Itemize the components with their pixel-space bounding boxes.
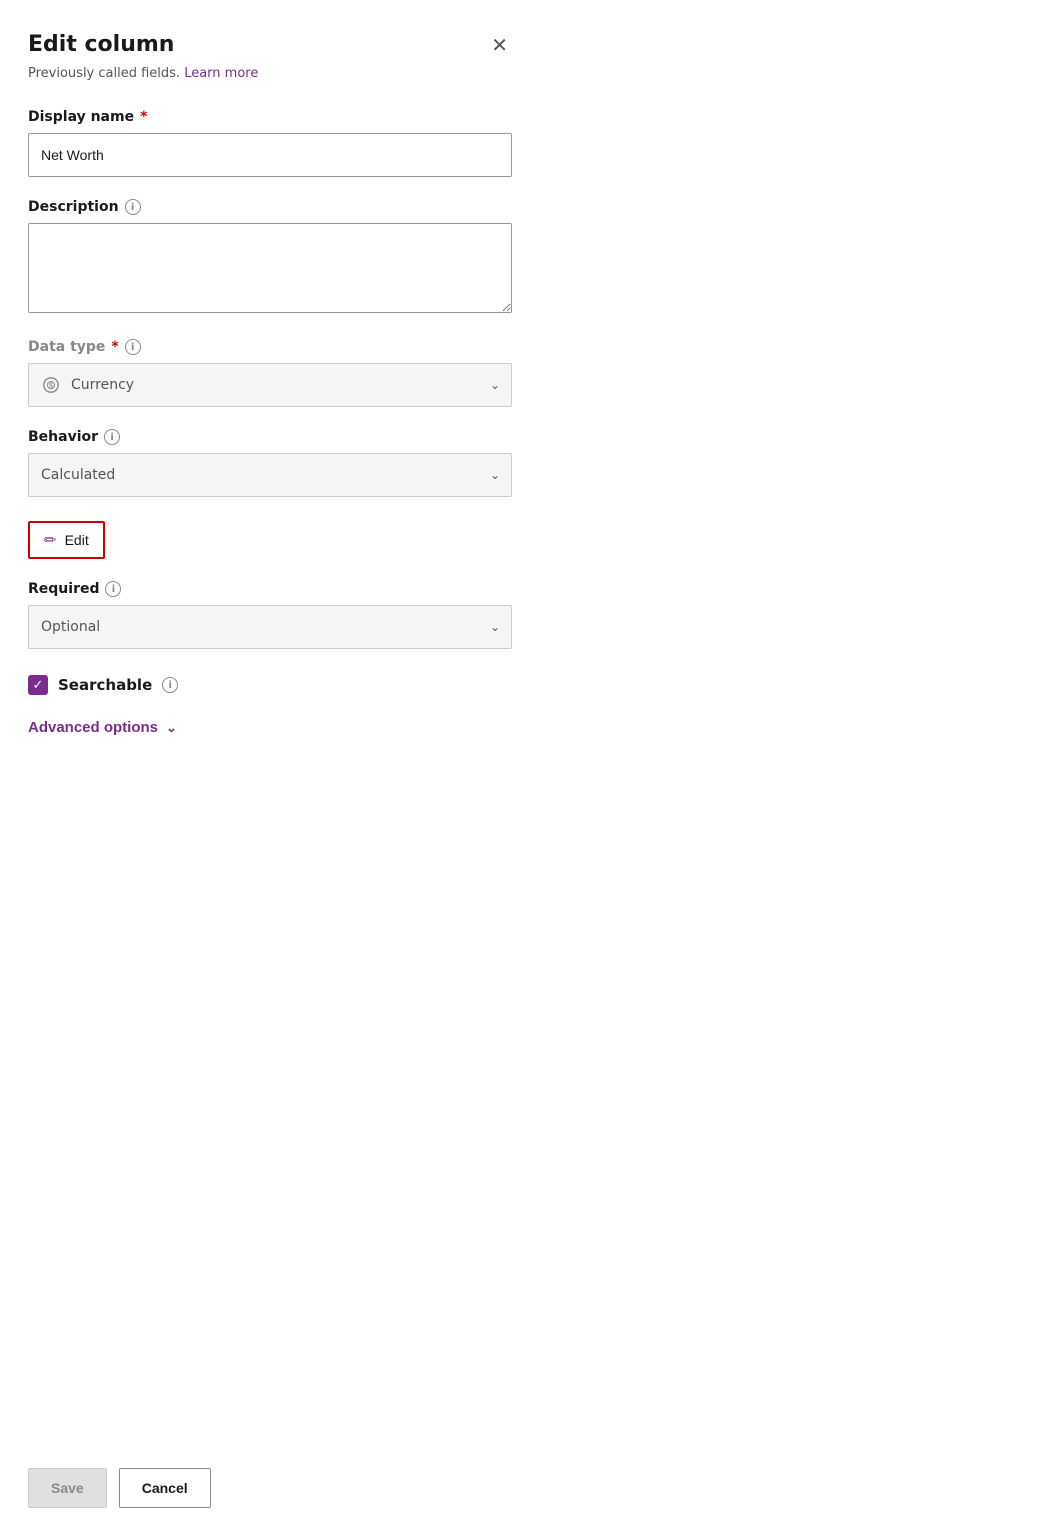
behavior-select-wrapper: Calculated ⌄ bbox=[28, 453, 512, 497]
description-group: Description i bbox=[28, 199, 512, 317]
data-type-select-wrapper: $ Currency ⌄ bbox=[28, 363, 512, 407]
save-button[interactable]: Save bbox=[28, 1468, 107, 1508]
edit-column-panel: Edit column ✕ Previously called fields. … bbox=[0, 0, 540, 1540]
advanced-options-row: Advanced options ⌄ bbox=[28, 717, 512, 736]
behavior-label: Behavior i bbox=[28, 429, 512, 445]
required-select-wrapper: Optional ⌄ bbox=[28, 605, 512, 649]
data-type-label: Data type * i bbox=[28, 339, 512, 355]
description-label: Description i bbox=[28, 199, 512, 215]
subtitle: Previously called fields. Learn more bbox=[28, 66, 512, 81]
edit-button[interactable]: ✏ Edit bbox=[28, 521, 105, 559]
searchable-info-icon: i bbox=[162, 677, 178, 693]
description-info-icon: i bbox=[125, 199, 141, 215]
required-group: Required i Optional ⌄ bbox=[28, 581, 512, 649]
required-label: Required i bbox=[28, 581, 512, 597]
behavior-select[interactable]: Calculated bbox=[28, 453, 512, 497]
behavior-value: Calculated bbox=[41, 467, 115, 483]
data-type-info-icon: i bbox=[125, 339, 141, 355]
display-name-group: Display name * bbox=[28, 109, 512, 177]
data-type-group: Data type * i $ Currency ⌄ bbox=[28, 339, 512, 407]
searchable-label: Searchable bbox=[58, 676, 152, 694]
display-name-input[interactable] bbox=[28, 133, 512, 177]
description-input[interactable] bbox=[28, 223, 512, 313]
panel-title: Edit column bbox=[28, 32, 174, 57]
required-star: * bbox=[140, 109, 147, 125]
panel-header: Edit column ✕ bbox=[28, 32, 512, 60]
data-type-required-star: * bbox=[111, 339, 118, 355]
advanced-options-chevron-icon: ⌄ bbox=[166, 720, 177, 736]
currency-icon: $ bbox=[41, 375, 61, 395]
data-type-select[interactable]: $ Currency bbox=[28, 363, 512, 407]
edit-button-group: ✏ Edit bbox=[28, 515, 512, 559]
close-icon: ✕ bbox=[491, 36, 508, 56]
behavior-group: Behavior i Calculated ⌄ bbox=[28, 429, 512, 497]
behavior-info-icon: i bbox=[104, 429, 120, 445]
advanced-options-button[interactable]: Advanced options ⌄ bbox=[28, 719, 177, 736]
cancel-button[interactable]: Cancel bbox=[119, 1468, 211, 1508]
checkmark-icon: ✓ bbox=[33, 679, 44, 692]
svg-text:$: $ bbox=[49, 382, 54, 391]
display-name-label: Display name * bbox=[28, 109, 512, 125]
close-button[interactable]: ✕ bbox=[487, 32, 512, 60]
data-type-value: Currency bbox=[71, 377, 134, 393]
footer-buttons: Save Cancel bbox=[28, 1468, 211, 1508]
required-select[interactable]: Optional bbox=[28, 605, 512, 649]
searchable-checkbox[interactable]: ✓ bbox=[28, 675, 48, 695]
required-info-icon: i bbox=[105, 581, 121, 597]
advanced-options-label: Advanced options bbox=[28, 719, 158, 736]
required-value: Optional bbox=[41, 619, 100, 635]
learn-more-link[interactable]: Learn more bbox=[184, 66, 258, 81]
searchable-row: ✓ Searchable i bbox=[28, 675, 512, 695]
pencil-icon: ✏ bbox=[44, 531, 57, 549]
